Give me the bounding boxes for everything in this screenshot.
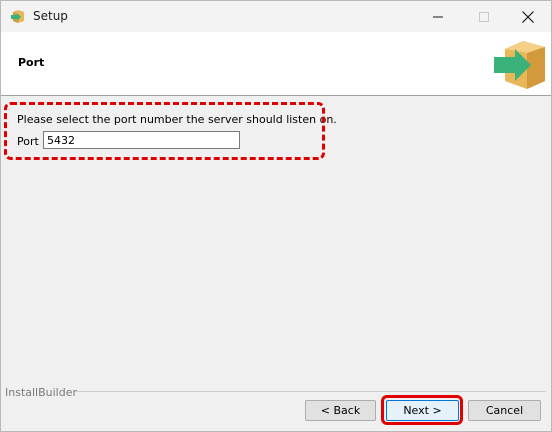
setup-window: Setup Port Please select the port number… xyxy=(0,0,552,432)
close-icon xyxy=(522,10,534,23)
next-button-highlight xyxy=(381,395,463,425)
setup-box-icon xyxy=(11,10,24,23)
back-button[interactable]: < Back xyxy=(305,400,376,421)
minimize-icon xyxy=(433,16,443,17)
footer-brand: InstallBuilder xyxy=(5,386,78,399)
window-title: Setup xyxy=(33,9,68,23)
installer-box-arrow-icon xyxy=(494,41,545,89)
close-button[interactable] xyxy=(505,1,551,32)
title-bar: Setup xyxy=(1,1,551,32)
maximize-button[interactable] xyxy=(461,1,507,32)
footer-divider xyxy=(76,391,546,392)
minimize-button[interactable] xyxy=(415,1,461,32)
maximize-icon xyxy=(479,11,489,22)
page-title: Port xyxy=(18,56,45,69)
port-section-highlight xyxy=(4,102,325,160)
page-header: Port xyxy=(1,32,551,96)
cancel-button[interactable]: Cancel xyxy=(468,400,541,421)
